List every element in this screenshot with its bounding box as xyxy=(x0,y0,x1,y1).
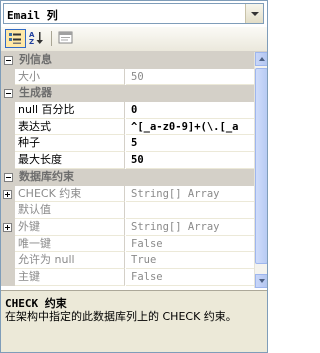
object-selector-value: Email 列 xyxy=(7,9,58,22)
categorized-button[interactable] xyxy=(5,29,26,48)
property-row-foreign-key[interactable]: 外键 String[] Array xyxy=(1,218,267,236)
property-name: 种子 xyxy=(15,135,125,153)
property-value: String[] Array xyxy=(126,219,254,236)
property-grid: 列信息 大小 50 生成器 null 百分比 0 表达式 ^[_a-z0-9]+… xyxy=(1,52,267,288)
categorized-icon xyxy=(9,33,21,44)
svg-text:Z: Z xyxy=(29,38,34,46)
chevron-down-icon[interactable] xyxy=(245,4,263,23)
property-row-size[interactable]: 大小 50 xyxy=(1,68,267,86)
property-row-default[interactable]: 默认值 xyxy=(1,202,267,219)
property-value: False xyxy=(126,236,254,253)
property-value[interactable]: ^[_a-z0-9]+(\.[_a xyxy=(126,119,254,136)
category-generator[interactable]: 生成器 xyxy=(1,85,267,103)
object-selector-dropdown[interactable]: Email 列 xyxy=(3,3,264,24)
property-value: String[] Array xyxy=(126,186,254,203)
property-name: 最大长度 xyxy=(15,152,125,169)
alphabetical-button[interactable]: A Z xyxy=(27,29,48,48)
property-name: 允许为 null xyxy=(15,252,125,269)
property-value xyxy=(126,202,254,219)
property-name: 表达式 xyxy=(15,118,125,136)
property-value[interactable]: 5 xyxy=(126,135,254,153)
property-name: 默认值 xyxy=(15,202,125,219)
property-value: True xyxy=(126,252,254,269)
description-pane: CHECK 约束 在架构中指定的此数据库列上的 CHECK 约束。 xyxy=(1,290,267,352)
property-pages-button[interactable] xyxy=(56,29,77,48)
category-label: 生成器 xyxy=(19,86,52,100)
category-label: 列信息 xyxy=(19,53,52,66)
property-name: 大小 xyxy=(15,68,125,86)
property-name: 主键 xyxy=(15,268,125,286)
property-name: 唯一键 xyxy=(15,235,125,253)
property-value[interactable]: 0 xyxy=(126,102,254,119)
category-db-constraints[interactable]: 数据库约束 xyxy=(1,168,267,186)
properties-window: Email 列 A Z 列信息 大小 50 生成器 null 百分比 0 表达式… xyxy=(0,0,268,353)
toolbar-separator xyxy=(51,31,52,46)
properties-toolbar: A Z xyxy=(1,27,267,52)
property-value[interactable]: 50 xyxy=(126,152,254,169)
property-row-check[interactable]: CHECK 约束 String[] Array xyxy=(1,185,267,203)
scroll-up-icon[interactable] xyxy=(255,52,267,66)
description-text: 在架构中指定的此数据库列上的 CHECK 约束。 xyxy=(5,310,237,323)
property-row-null-percent[interactable]: null 百分比 0 xyxy=(1,102,267,119)
expand-icon[interactable] xyxy=(3,189,12,199)
property-row-max-length[interactable]: 最大长度 50 xyxy=(1,152,267,169)
scroll-down-icon[interactable] xyxy=(255,274,267,288)
property-name: null 百分比 xyxy=(15,102,125,119)
category-label: 数据库约束 xyxy=(19,169,74,183)
sort-az-icon: A Z xyxy=(29,31,43,46)
category-column-info[interactable]: 列信息 xyxy=(1,52,267,69)
property-row-nullable[interactable]: 允许为 null True xyxy=(1,252,267,269)
scrollbar-thumb[interactable] xyxy=(255,68,267,264)
property-row-expression[interactable]: 表达式 ^[_a-z0-9]+(\.[_a xyxy=(1,118,267,136)
property-value: 50 xyxy=(126,69,254,86)
property-row-seed[interactable]: 种子 5 xyxy=(1,135,267,153)
property-row-primary-key[interactable]: 主键 False xyxy=(1,268,267,286)
property-value: False xyxy=(126,269,254,286)
property-name: CHECK 约束 xyxy=(15,185,125,203)
property-row-unique[interactable]: 唯一键 False xyxy=(1,235,267,253)
description-title: CHECK 约束 xyxy=(5,297,67,310)
expand-icon[interactable] xyxy=(3,222,12,232)
property-name: 外键 xyxy=(15,218,125,236)
vertical-scrollbar[interactable] xyxy=(254,52,267,288)
property-pages-icon xyxy=(58,31,73,44)
